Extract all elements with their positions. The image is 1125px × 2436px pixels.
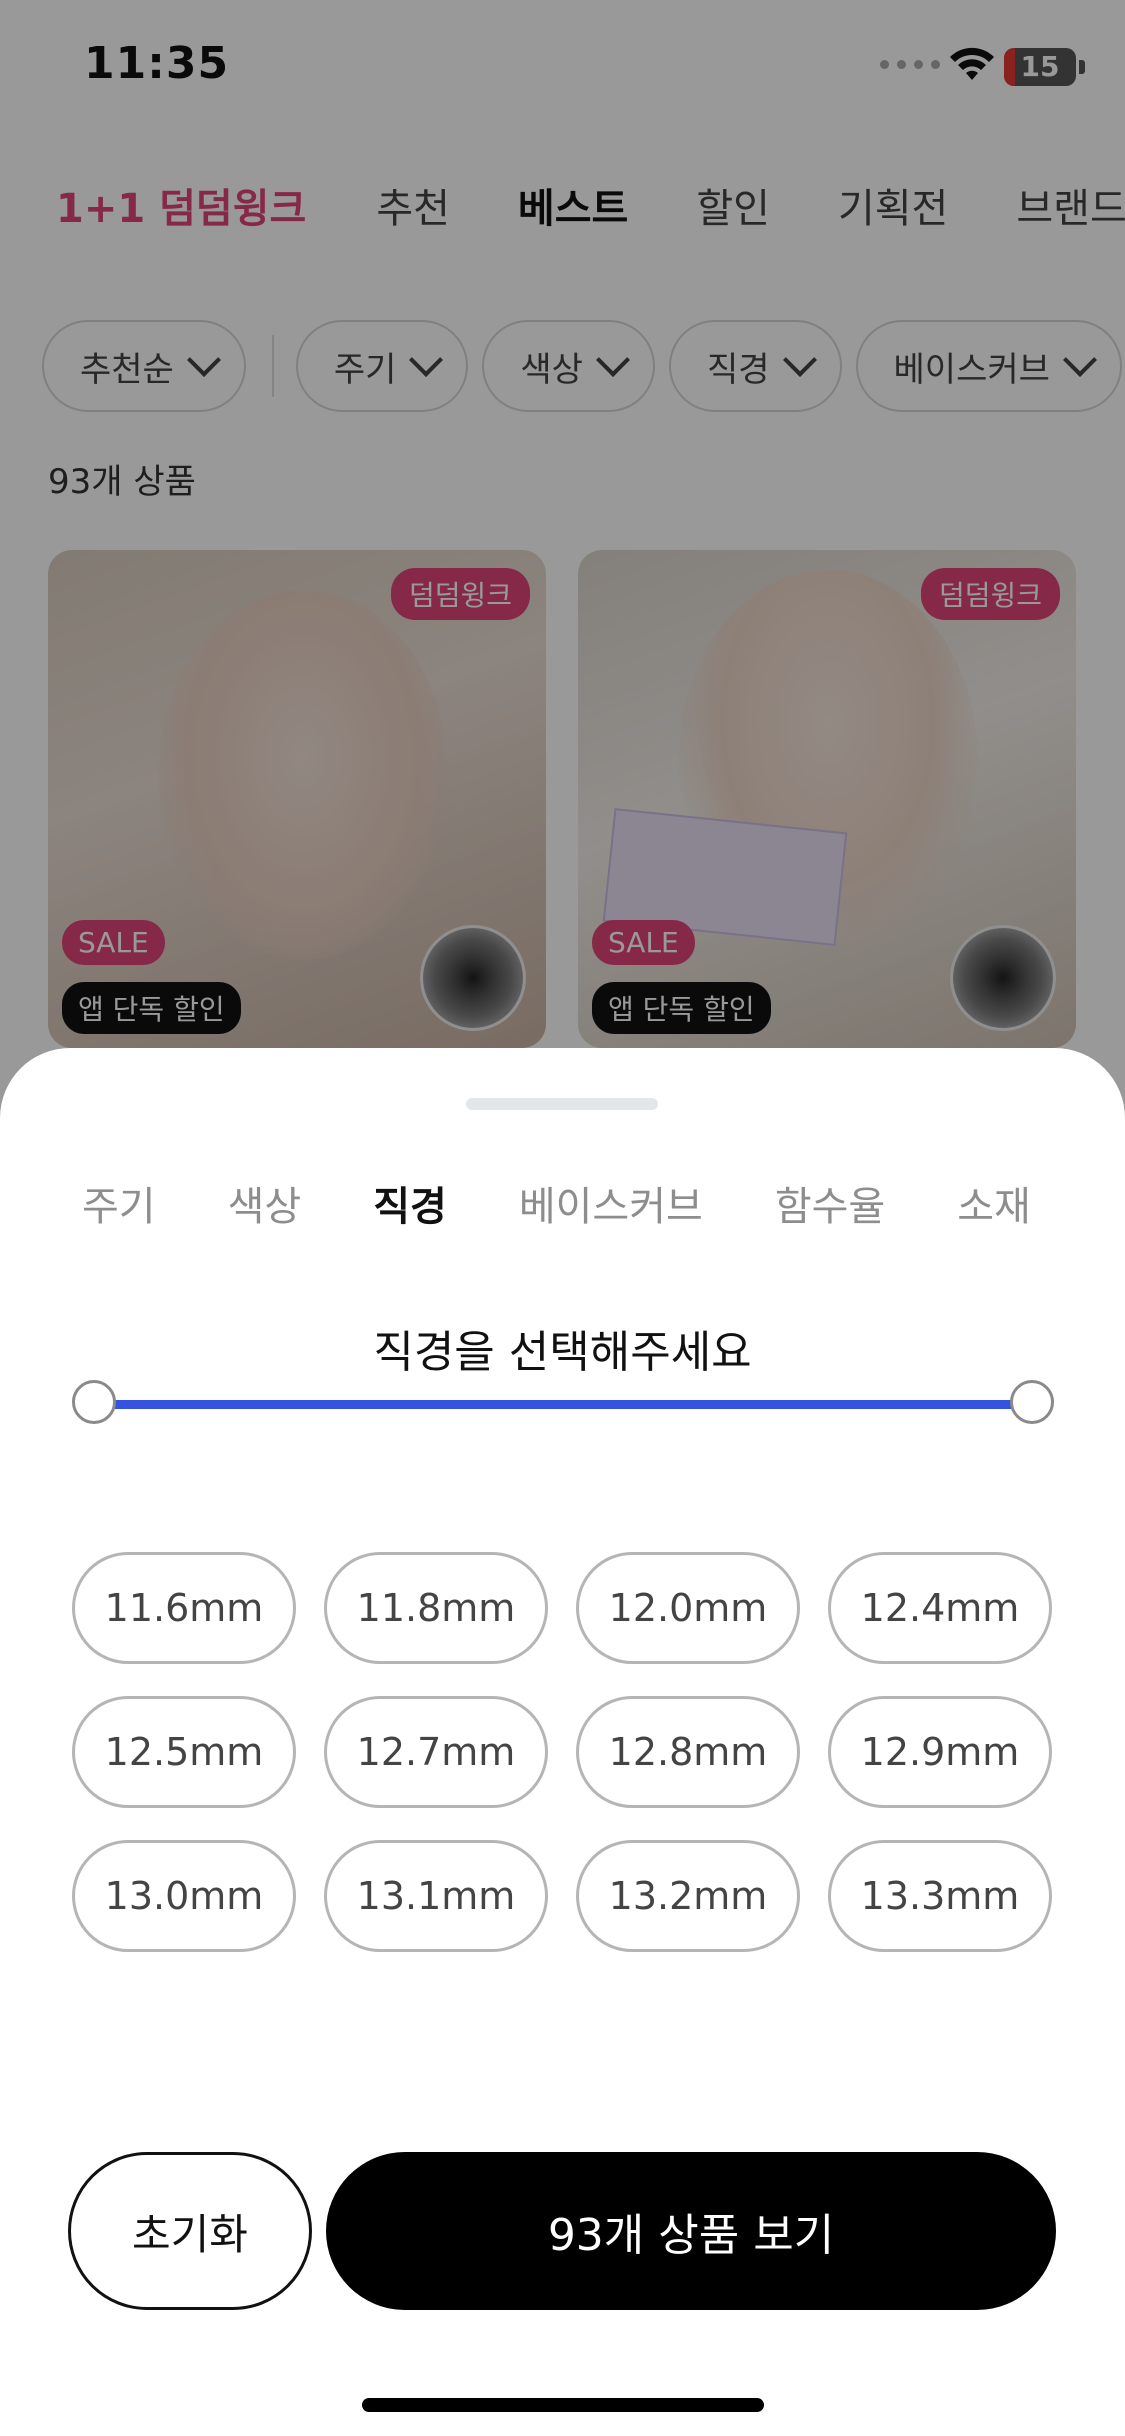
tab-water-content[interactable]: 함수율 <box>775 1174 885 1232</box>
diameter-option[interactable]: 13.2mm <box>576 1840 800 1952</box>
tab-diameter[interactable]: 직경 <box>373 1174 447 1232</box>
diameter-option[interactable]: 13.3mm <box>828 1840 1052 1952</box>
diameter-option[interactable]: 11.8mm <box>324 1552 548 1664</box>
diameter-range-slider[interactable] <box>72 1378 1054 1428</box>
diameter-option[interactable]: 11.6mm <box>72 1552 296 1664</box>
home-indicator <box>362 2398 764 2412</box>
diameter-option[interactable]: 12.5mm <box>72 1696 296 1808</box>
tab-cycle[interactable]: 주기 <box>82 1174 156 1232</box>
reset-button[interactable]: 초기화 <box>68 2152 312 2310</box>
diameter-option[interactable]: 13.1mm <box>324 1840 548 1952</box>
slider-max-handle[interactable] <box>1010 1380 1054 1424</box>
diameter-option[interactable]: 12.0mm <box>576 1552 800 1664</box>
slider-min-handle[interactable] <box>72 1380 116 1424</box>
drag-handle[interactable] <box>466 1098 658 1110</box>
sheet-title: 직경을 선택해주세요 <box>373 1327 752 1378</box>
sheet-tabs: 주기 색상 직경 베이스커브 함수율 소재 <box>82 1168 1031 1238</box>
diameter-option[interactable]: 13.0mm <box>72 1840 296 1952</box>
diameter-option[interactable]: 12.9mm <box>828 1696 1052 1808</box>
slider-track <box>92 1400 1034 1409</box>
diameter-option[interactable]: 12.8mm <box>576 1696 800 1808</box>
tab-color[interactable]: 색상 <box>228 1174 302 1232</box>
tab-base-curve[interactable]: 베이스커브 <box>519 1174 703 1232</box>
view-products-button[interactable]: 93개 상품 보기 <box>326 2152 1056 2310</box>
tab-material[interactable]: 소재 <box>957 1174 1031 1232</box>
diameter-options: 11.6mm 11.8mm 12.0mm 12.4mm 12.5mm 12.7m… <box>72 1552 1052 1952</box>
diameter-option[interactable]: 12.4mm <box>828 1552 1052 1664</box>
diameter-option[interactable]: 12.7mm <box>324 1696 548 1808</box>
